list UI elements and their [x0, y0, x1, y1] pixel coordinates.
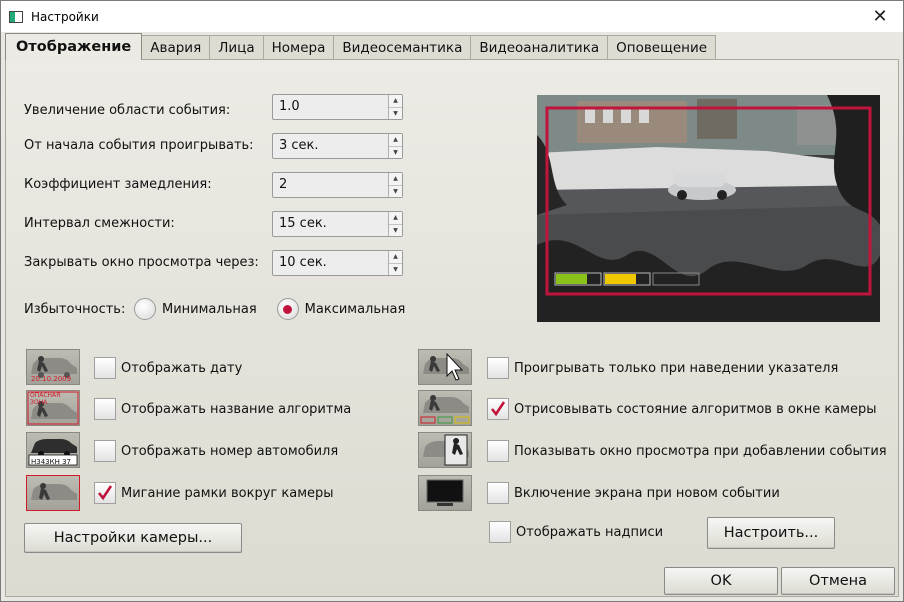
show-viewer-thumb [418, 432, 472, 468]
spin-up-button[interactable]: ▲ [389, 134, 402, 147]
show-viewer-on-event-checkbox[interactable] [487, 440, 509, 462]
slowdown-label: Коэффициент замедления: [24, 177, 212, 192]
spin-up-button[interactable]: ▲ [389, 251, 402, 264]
radio-selected-dot [283, 304, 293, 314]
spinner-value[interactable]: 2 [273, 173, 388, 197]
window-title: Настройки [31, 9, 99, 24]
close-viewer-spinner[interactable]: 10 сек. ▲ ▼ [272, 250, 403, 276]
window-icon [9, 10, 23, 23]
radio-maximal-label[interactable]: Максимальная [305, 302, 406, 317]
screen-on-event-checkbox[interactable] [487, 482, 509, 504]
tab-alarm[interactable]: Авария [141, 35, 211, 60]
algorithm-name-thumb: ОПАСНАЯ ЗОНА [26, 390, 80, 426]
hover-play-thumb [418, 349, 472, 385]
close-viewer-label: Закрывать окно просмотра через: [24, 255, 259, 270]
configure-button[interactable]: Настроить... [707, 517, 835, 549]
show-date-label: Отображать дату [121, 361, 243, 376]
show-captions-checkbox[interactable] [489, 521, 511, 543]
radio-minimal-label[interactable]: Минимальная [162, 302, 257, 317]
tab-notification[interactable]: Оповещение [607, 35, 717, 60]
zoom-area-label: Увеличение области события: [24, 103, 231, 118]
zoom-area-spinner[interactable]: 1.0 ▲ ▼ [272, 94, 403, 120]
play-on-hover-checkbox[interactable] [487, 357, 509, 379]
title-bar: Настройки ✕ [1, 1, 903, 32]
draw-algorithm-state-label: Отрисовывать состояние алгоритмов в окне… [514, 402, 877, 417]
screen-on-event-label: Включение экрана при новом событии [514, 486, 780, 501]
camera-settings-button[interactable]: Настройки камеры... [24, 523, 242, 553]
radio-minimal[interactable] [134, 298, 156, 320]
spin-down-button[interactable]: ▼ [389, 263, 402, 275]
show-date-checkbox[interactable] [94, 357, 116, 379]
tab-plates[interactable]: Номера [262, 35, 335, 60]
tab-display[interactable]: Отображение [5, 33, 143, 60]
show-viewer-on-event-label: Показывать окно просмотра при добавлении… [514, 444, 887, 459]
draw-algorithm-state-checkbox[interactable] [487, 398, 509, 420]
screen-on-thumb [418, 475, 472, 511]
thumb-plate-text: Н343КН 37 [31, 458, 71, 466]
show-plate-number-label: Отображать номер автомобиля [121, 444, 339, 459]
spin-up-button[interactable]: ▲ [389, 173, 402, 186]
show-captions-label: Отображать надписи [516, 525, 664, 540]
close-button[interactable]: ✕ [857, 1, 903, 32]
algorithm-state-thumb [418, 390, 472, 426]
checkmark-icon [490, 401, 506, 417]
redundancy-label: Избыточность: [24, 301, 126, 317]
spinner-value[interactable]: 10 сек. [273, 251, 388, 275]
close-icon: ✕ [872, 6, 888, 27]
show-algorithm-name-checkbox[interactable] [94, 398, 116, 420]
camera-preview [537, 95, 880, 322]
adjacency-interval-spinner[interactable]: 15 сек. ▲ ▼ [272, 211, 403, 237]
cursor-icon [446, 352, 464, 381]
thumb-date-text: 20.10.2009 [31, 375, 72, 383]
spin-down-button[interactable]: ▼ [389, 107, 402, 119]
tab-video-analytics[interactable]: Видеоаналитика [470, 35, 609, 60]
thumb-algorithm-text: ОПАСНАЯ ЗОНА [30, 392, 61, 406]
checkmark-icon [97, 485, 113, 501]
adjacency-interval-label: Интервал смежности: [24, 216, 175, 231]
frame-blink-label: Мигание рамки вокруг камеры [121, 486, 334, 501]
plate-number-thumb: Н343КН 37 [26, 432, 80, 468]
date-preview-thumb: 20.10.2009 [26, 349, 80, 385]
tab-bar: Отображение Авария Лица Номера Видеосема… [5, 33, 717, 60]
spin-down-button[interactable]: ▼ [389, 224, 402, 236]
play-from-start-label: От начала события проигрывать: [24, 138, 254, 153]
spinner-value[interactable]: 15 сек. [273, 212, 388, 236]
spin-down-button[interactable]: ▼ [389, 185, 402, 197]
radio-maximal[interactable] [276, 298, 299, 320]
frame-blink-checkbox[interactable] [94, 482, 116, 504]
slowdown-spinner[interactable]: 2 ▲ ▼ [272, 172, 403, 198]
camera-preview-image [537, 95, 880, 322]
tab-faces[interactable]: Лица [209, 35, 264, 60]
redundancy-group: Избыточность: Минимальная Максимальная [24, 298, 405, 320]
spin-down-button[interactable]: ▼ [389, 146, 402, 158]
show-algorithm-name-label: Отображать название алгоритма [121, 402, 352, 417]
spinner-value[interactable]: 3 сек. [273, 134, 388, 158]
play-on-hover-label: Проигрывать только при наведении указате… [514, 361, 839, 376]
ok-button[interactable]: OK [664, 567, 778, 595]
spin-up-button[interactable]: ▲ [389, 212, 402, 225]
spinner-value[interactable]: 1.0 [273, 95, 388, 119]
frame-blink-thumb [26, 475, 80, 511]
monitor-icon [426, 479, 464, 506]
show-plate-number-checkbox[interactable] [94, 440, 116, 462]
spin-up-button[interactable]: ▲ [389, 95, 402, 108]
tab-video-semantics[interactable]: Видеосемантика [333, 35, 472, 60]
cancel-button[interactable]: Отмена [781, 567, 895, 595]
play-from-start-spinner[interactable]: 3 сек. ▲ ▼ [272, 133, 403, 159]
settings-window: Настройки ✕ Отображение Авария Лица Номе… [0, 0, 904, 602]
display-tab-panel: Увеличение области события: 1.0 ▲ ▼ От на… [5, 59, 899, 597]
